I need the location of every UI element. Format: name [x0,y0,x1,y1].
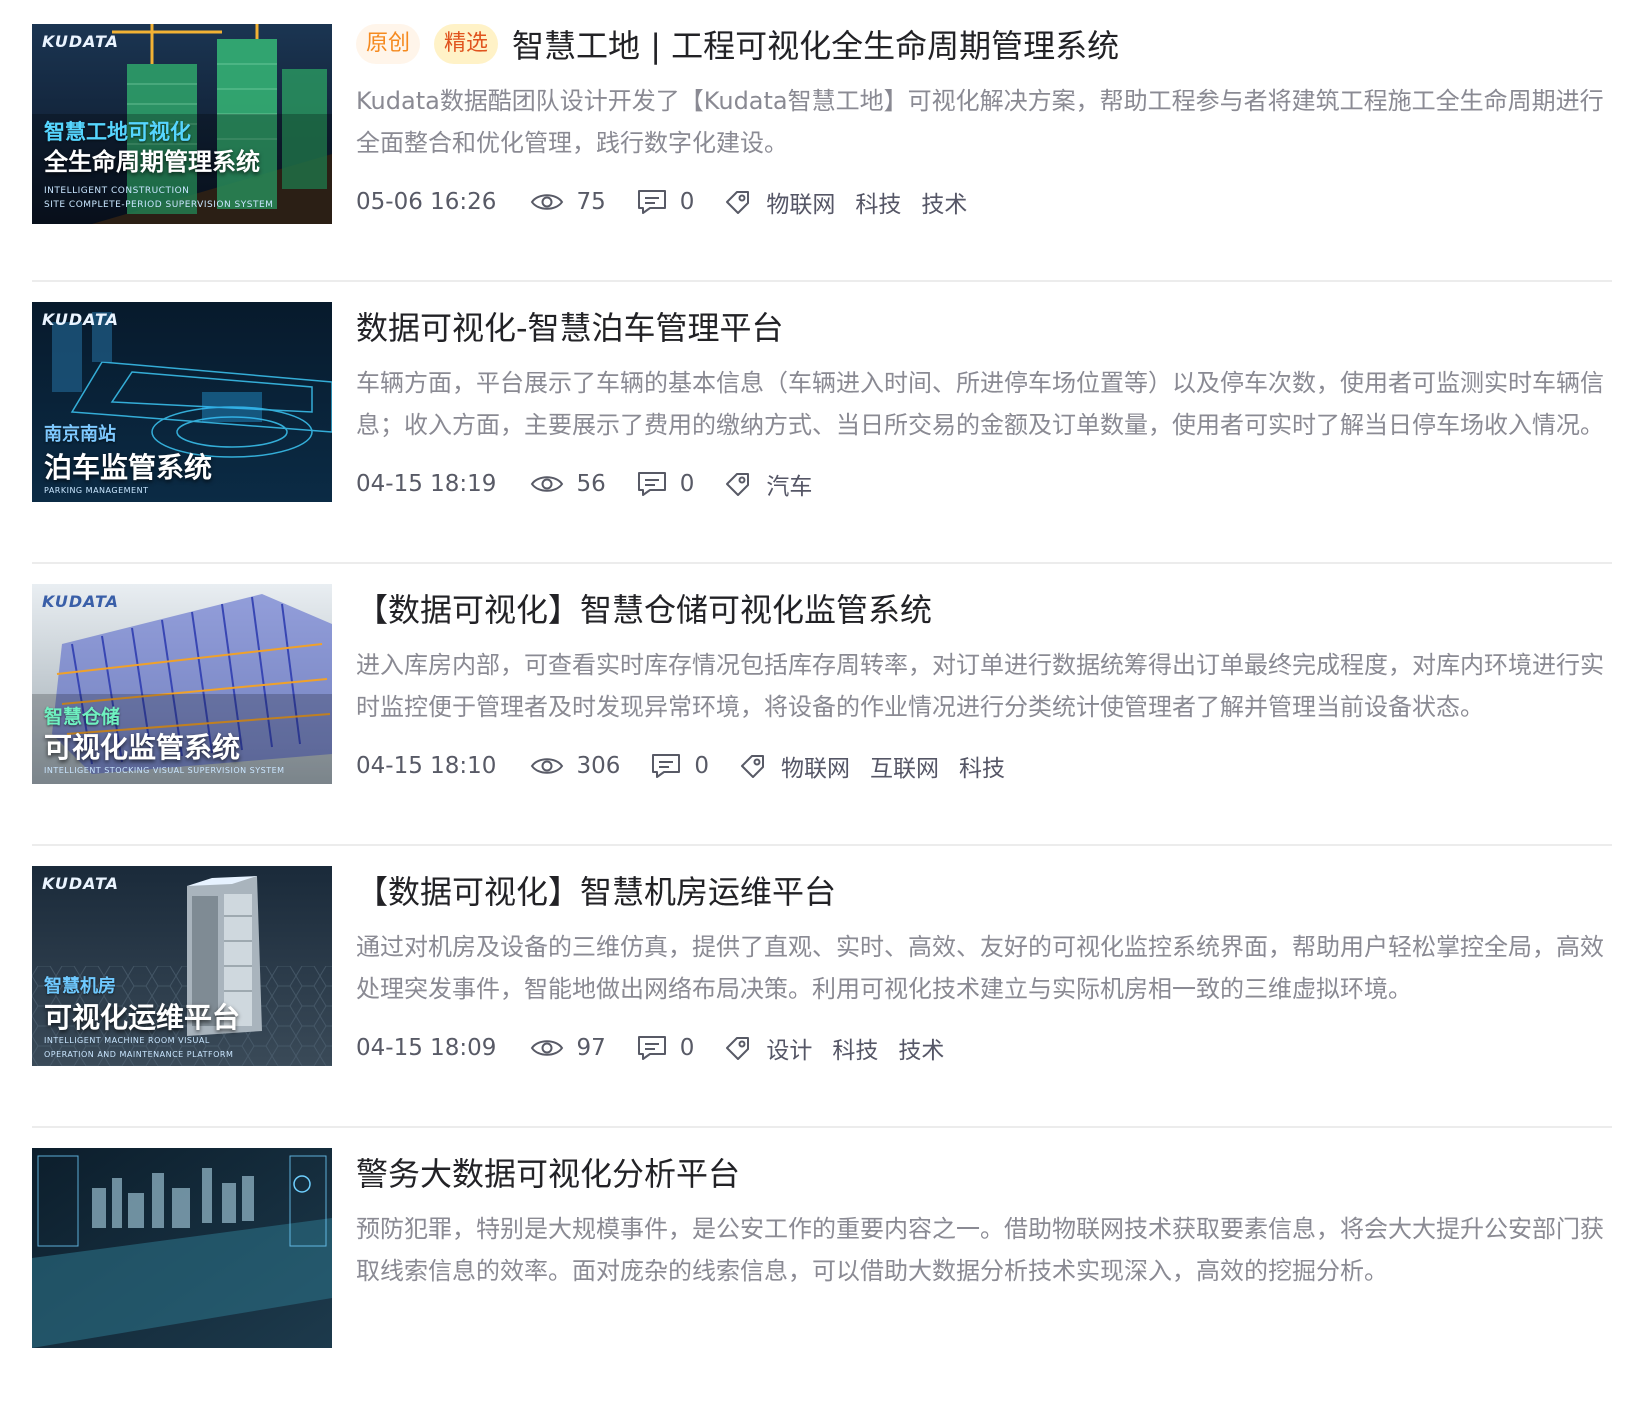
comment-count-value: 0 [694,753,709,779]
article-title[interactable]: 【数据可视化】智慧机房运维平台 [356,867,836,913]
article-content: 原创 精选 智慧工地 | 工程可视化全生命周期管理系统 Kudata数据酷团队设… [356,22,1612,222]
article-item[interactable]: KUDATA 南京南站 泊车监管系统 PARKING MANAGEMENT 数据… [32,282,1612,564]
article-description[interactable]: 预防犯罪，特别是大规模事件，是公安工作的重要内容之一。借助物联网技术获取要素信息… [356,1208,1612,1292]
thumbnail-title: 全生命周期管理系统 [44,148,260,176]
comment-count: 0 [636,1034,695,1062]
article-content: 数据可视化-智慧泊车管理平台 车辆方面，平台展示了车辆的基本信息（车辆进入时间、… [356,304,1612,504]
comment-icon [637,472,666,496]
view-count-value: 97 [576,1035,606,1061]
badge-original: 原创 [356,24,421,64]
thumbnail-title: 可视化监管系统 [44,731,241,764]
view-count: 97 [530,1035,606,1061]
article-content: 【数据可视化】智慧仓储可视化监管系统 进入库房内部，可查看实时库存情况包括库存周… [356,586,1612,786]
comment-count: 0 [636,470,695,498]
badge-featured: 精选 [434,24,499,64]
tag-icon [739,752,767,780]
article-thumbnail[interactable]: KUDATA 智慧机房 可视化运维平台 INTELLIGENT MACHINE … [32,866,332,1066]
title-row: 数据可视化-智慧泊车管理平台 [356,304,1612,348]
title-row: 【数据可视化】智慧仓储可视化监管系统 [356,586,1612,630]
comment-count: 0 [636,188,695,216]
thumbnail-title: 可视化运维平台 [44,1001,241,1034]
tag-link[interactable]: 技术 [921,185,967,219]
tag-link[interactable]: 物联网 [766,185,835,219]
thumbnail-subtitle: 南京南站 [44,424,116,445]
tag-link[interactable]: 技术 [898,1031,944,1065]
title-row: 【数据可视化】智慧机房运维平台 [356,868,1612,912]
view-count-value: 306 [576,753,621,779]
tag-icon [724,470,752,498]
thumbnail-english-1: INTELLIGENT CONSTRUCTION [44,186,190,196]
publish-date: 04-15 18:19 [356,471,497,497]
thumbnail-english-1: INTELLIGENT STOCKING VISUAL SUPERVISION … [44,766,285,775]
tag-link[interactable]: 科技 [855,185,901,219]
tag-link[interactable]: 设计 [766,1031,812,1065]
article-content: 警务大数据可视化分析平台 预防犯罪，特别是大规模事件，是公安工作的重要内容之一。… [356,1150,1612,1292]
city-map-image [32,1148,332,1348]
article-item[interactable]: KUDATA 智慧仓储 可视化监管系统 INTELLIGENT STOCKING… [32,564,1612,846]
eye-icon [531,758,564,774]
article-description[interactable]: 通过对机房及设备的三维仿真，提供了直观、实时、高效、友好的可视化监控系统界面，帮… [356,926,1612,1010]
eye-icon [531,476,564,492]
article-title[interactable]: 【数据可视化】智慧仓储可视化监管系统 [356,585,932,631]
eye-icon [531,1040,564,1056]
comment-count: 0 [650,752,709,780]
brand-logo: KUDATA [42,874,120,893]
title-row: 警务大数据可视化分析平台 [356,1150,1612,1194]
comment-icon [637,190,666,214]
article-item[interactable]: 警务大数据可视化分析平台 预防犯罪，特别是大规模事件，是公安工作的重要内容之一。… [32,1128,1612,1410]
comment-count-value: 0 [679,471,695,497]
article-thumbnail[interactable]: KUDATA 智慧工地可视化 全生命周期管理系统 INTELLIGENT CON… [32,24,332,224]
tag-link[interactable]: 互联网 [870,749,939,783]
tag-link[interactable]: 科技 [832,1031,878,1065]
publish-date: 04-15 18:10 [356,753,497,779]
thumbnail-english-1: INTELLIGENT MACHINE ROOM VISUAL [44,1036,210,1045]
article-description[interactable]: 进入库房内部，可查看实时库存情况包括库存周转率，对订单进行数据统筹得出订单最终完… [356,644,1612,728]
article-meta: 04-15 18:09 97 0 设计 科技 技术 [356,1028,1612,1068]
article-description[interactable]: 车辆方面，平台展示了车辆的基本信息（车辆进入时间、所进停车场位置等）以及停车次数… [356,362,1612,446]
tag-link[interactable]: 汽车 [766,467,812,501]
eye-icon [531,194,564,210]
comment-icon [652,754,681,778]
article-content: 【数据可视化】智慧机房运维平台 通过对机房及设备的三维仿真，提供了直观、实时、高… [356,868,1612,1068]
brand-logo: KUDATA [42,592,120,611]
article-item[interactable]: KUDATA 智慧工地可视化 全生命周期管理系统 INTELLIGENT CON… [32,0,1612,282]
tag-icon [724,188,752,216]
tag-icon [724,1034,752,1062]
thumbnail-english-1: PARKING MANAGEMENT [44,486,149,495]
thumbnail-english-2: SITE COMPLETE-PERIOD SUPERVISION SYSTEM [44,200,274,210]
view-count-value: 75 [576,189,606,215]
brand-logo: KUDATA [42,310,120,329]
thumbnail-english-2: OPERATION AND MAINTENANCE PLATFORM [44,1050,234,1059]
tag-link[interactable]: 科技 [959,749,1005,783]
thumbnail-subtitle: 智慧仓储 [44,706,121,728]
article-title[interactable]: 智慧工地 | 工程可视化全生命周期管理系统 [512,21,1119,67]
title-row: 原创 精选 智慧工地 | 工程可视化全生命周期管理系统 [356,22,1612,66]
article-thumbnail[interactable] [32,1148,332,1348]
publish-date: 04-15 18:09 [356,1035,497,1061]
view-count-value: 56 [576,471,606,497]
view-count: 56 [530,471,606,497]
article-title[interactable]: 警务大数据可视化分析平台 [356,1149,740,1195]
view-count: 306 [530,753,620,779]
article-meta: 05-06 16:26 75 0 物联网 科技 技术 [356,182,1612,222]
article-thumbnail[interactable]: KUDATA 智慧仓储 可视化监管系统 INTELLIGENT STOCKING… [32,584,332,784]
article-meta: 04-15 18:19 56 0 汽车 [356,464,1612,504]
brand-logo: KUDATA [42,32,120,51]
article-item[interactable]: KUDATA 智慧机房 可视化运维平台 INTELLIGENT MACHINE … [32,846,1612,1128]
thumbnail-subtitle: 智慧机房 [44,976,116,997]
comment-icon [637,1036,666,1060]
article-list: KUDATA 智慧工地可视化 全生命周期管理系统 INTELLIGENT CON… [32,0,1612,1410]
view-count: 75 [530,189,606,215]
publish-date: 05-06 16:26 [356,189,497,215]
comment-count-value: 0 [679,189,695,215]
article-meta: 04-15 18:10 306 0 物联网 互联网 科技 [356,746,1612,786]
comment-count-value: 0 [679,1035,695,1061]
tag-link[interactable]: 物联网 [781,749,850,783]
article-description[interactable]: Kudata数据酷团队设计开发了【Kudata智慧工地】可视化解决方案，帮助工程… [356,80,1612,164]
thumbnail-title: 泊车监管系统 [44,451,213,484]
article-thumbnail[interactable]: KUDATA 南京南站 泊车监管系统 PARKING MANAGEMENT [32,302,332,502]
article-title[interactable]: 数据可视化-智慧泊车管理平台 [356,303,784,349]
